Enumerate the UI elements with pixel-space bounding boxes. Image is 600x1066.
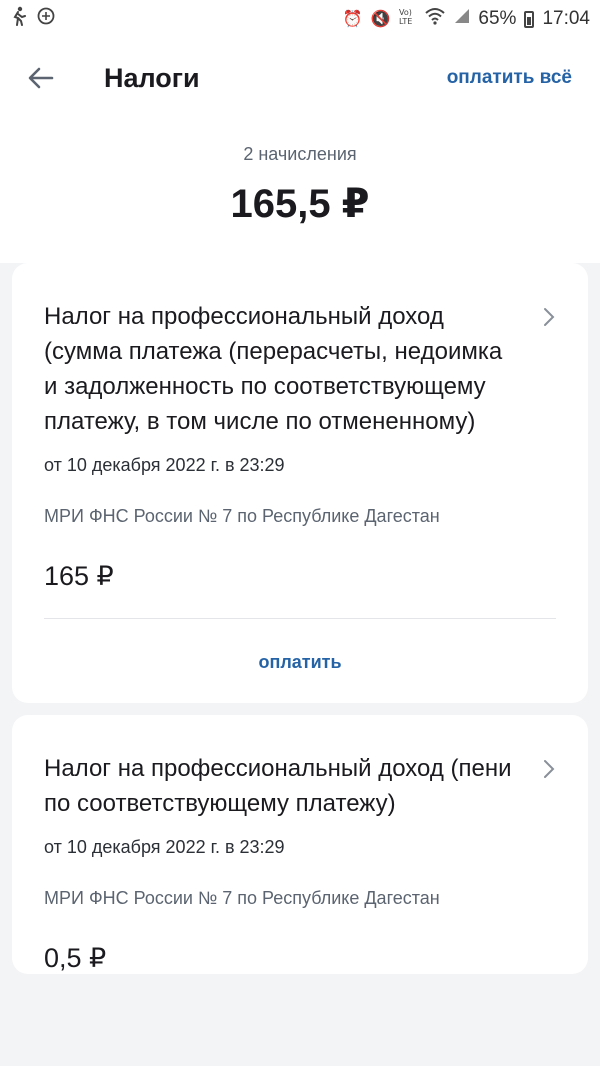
charge-title: Налог на профессиональный доход (сумма п… — [44, 303, 503, 435]
walk-icon — [10, 6, 28, 32]
status-time: 17:04 — [542, 8, 590, 29]
chevron-right-icon — [544, 760, 555, 778]
data-saver-icon — [36, 6, 56, 32]
app-bar: Налоги оплатить всё — [0, 38, 600, 118]
total-amount: 165,5 ₽ — [230, 182, 370, 226]
page-title: Налоги — [104, 62, 200, 93]
charge-org: МРИ ФНС России № 7 по Республике Дагеста… — [44, 888, 440, 908]
mute-icon: 🔇 — [370, 11, 391, 28]
charges-list: Налог на профессиональный доход (сумма п… — [0, 263, 600, 974]
battery-percent: 65% — [478, 8, 517, 29]
charge-card[interactable]: Налог на профессиональный доход (сумма п… — [12, 263, 588, 703]
chevron-right-icon — [544, 308, 555, 326]
battery-icon — [524, 10, 535, 28]
svg-text:LTE: LTE — [399, 17, 412, 26]
summary: 2 начисления 165,5 ₽ — [0, 118, 600, 263]
charge-card[interactable]: Налог на профессиональный доход (пени по… — [12, 715, 588, 974]
arrow-left-icon — [28, 67, 54, 89]
pay-all-button[interactable]: оплатить всё — [447, 67, 572, 89]
volte-icon: Vo) LTE — [398, 6, 416, 32]
pay-button[interactable]: оплатить — [44, 619, 556, 703]
status-right: ⏰ 🔇 Vo) LTE 65% 17:04 — [343, 6, 590, 32]
back-button[interactable] — [26, 63, 56, 93]
alarm-icon: ⏰ — [342, 11, 363, 28]
charge-org: МРИ ФНС России № 7 по Республике Дагеста… — [44, 506, 440, 526]
charge-amount: 165 ₽ — [44, 561, 114, 591]
status-bar: ⏰ 🔇 Vo) LTE 65% 17:04 — [0, 0, 600, 38]
charge-card-head: Налог на профессиональный доход (пени по… — [44, 751, 556, 821]
charge-date: от 10 декабря 2022 г. в 23:29 — [44, 837, 285, 857]
wifi-icon — [424, 7, 446, 31]
charges-count: 2 начисления — [243, 144, 357, 164]
top-area: ⏰ 🔇 Vo) LTE 65% 17:04 Налоги оплатить всё… — [0, 0, 600, 263]
charge-title: Налог на профессиональный доход (пени по… — [44, 755, 512, 817]
status-left — [10, 6, 56, 32]
svg-text:Vo): Vo) — [399, 8, 412, 17]
charge-card-head: Налог на профессиональный доход (сумма п… — [44, 299, 556, 439]
charge-amount: 0,5 ₽ — [44, 943, 107, 973]
charge-date: от 10 декабря 2022 г. в 23:29 — [44, 455, 285, 475]
signal-icon — [454, 8, 470, 30]
